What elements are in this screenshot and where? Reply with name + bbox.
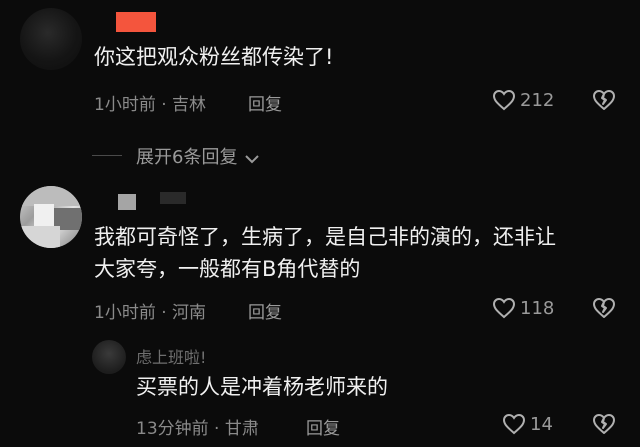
divider — [92, 155, 122, 156]
chevron-down-icon — [245, 148, 259, 169]
expand-replies-button[interactable]: 展开6条回复 — [136, 143, 259, 169]
comment-text-line1: 我都可奇怪了，生病了，是自己非的演的，还非让 — [94, 225, 556, 249]
reply-button[interactable]: 回复 — [306, 414, 340, 439]
avatar[interactable] — [92, 340, 126, 374]
reply-username[interactable]: 虑上班啦! — [136, 344, 206, 368]
broken-heart-icon[interactable] — [592, 89, 616, 111]
broken-heart-icon[interactable] — [592, 297, 616, 319]
heart-outline-icon[interactable] — [492, 297, 516, 319]
username-redacted[interactable] — [116, 12, 156, 32]
comment-text-line2: 大家夸，一般都有B角代替的 — [94, 257, 361, 281]
like-count: 14 — [530, 414, 553, 435]
heart-outline-icon[interactable] — [492, 89, 516, 111]
broken-heart-icon[interactable] — [592, 413, 616, 435]
reply-text: 买票的人是冲着杨老师来的 — [136, 375, 388, 399]
expand-replies-label: 展开6条回复 — [136, 147, 238, 168]
comment-text: 你这把观众粉丝都传染了! — [94, 45, 334, 69]
like-count: 118 — [520, 298, 555, 319]
username-redacted-extra — [160, 192, 186, 204]
comment-meta: 1小时前 · 河南 — [94, 303, 207, 323]
heart-outline-icon[interactable] — [502, 413, 526, 435]
avatar[interactable] — [20, 8, 82, 70]
avatar[interactable] — [20, 186, 82, 248]
like-count: 212 — [520, 90, 555, 111]
comment-meta: 1小时前 · 吉林 — [94, 95, 207, 115]
reply-button[interactable]: 回复 — [248, 90, 282, 115]
reply-meta: 13分钟前 · 甘肃 — [136, 419, 259, 439]
reply-button[interactable]: 回复 — [248, 298, 282, 323]
username-redacted[interactable] — [118, 194, 136, 210]
